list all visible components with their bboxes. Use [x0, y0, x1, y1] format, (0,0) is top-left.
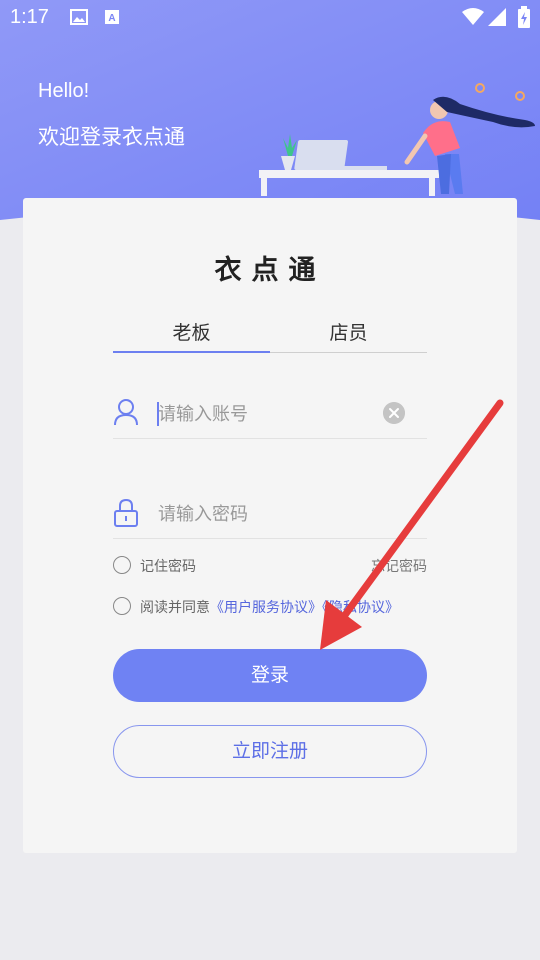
- password-field: [113, 489, 427, 539]
- app-logo-text: 衣点通: [214, 255, 326, 286]
- agree-prefix: 阅读并同意: [140, 600, 210, 616]
- account-input[interactable]: [158, 399, 378, 429]
- greeting-welcome: 欢迎登录衣点通: [38, 125, 185, 149]
- agree-terms-radio[interactable]: [113, 597, 131, 615]
- signal-icon: [488, 8, 506, 26]
- remember-row: 记住密码 忘记密码: [113, 555, 427, 579]
- greeting-hello: Hello!: [38, 80, 90, 102]
- status-time: 1:17: [10, 6, 49, 28]
- register-button[interactable]: 立即注册: [113, 725, 427, 778]
- tab-boss[interactable]: 老板: [113, 318, 270, 352]
- remember-password-radio[interactable]: [113, 556, 131, 574]
- wifi-icon: [462, 8, 484, 25]
- forgot-password-link[interactable]: 忘记密码: [371, 556, 427, 576]
- password-input[interactable]: [158, 499, 378, 529]
- user-agreement-link[interactable]: 《用户服务协议》: [210, 600, 322, 616]
- user-icon: [114, 399, 138, 426]
- text-cursor: [157, 402, 159, 426]
- login-button[interactable]: 登录: [113, 649, 427, 702]
- active-tab-indicator: [113, 351, 270, 353]
- lock-icon: [114, 498, 138, 527]
- tab-divider: [270, 352, 427, 353]
- tab-staff[interactable]: 店员: [270, 318, 427, 352]
- a-letter-icon: A: [105, 10, 119, 24]
- agreement-row: 阅读并同意《用户服务协议》《隐私协议》: [113, 596, 427, 620]
- remember-password-label[interactable]: 记住密码: [140, 556, 196, 576]
- desk-illustration: [259, 83, 535, 196]
- image-icon: [70, 9, 88, 25]
- svg-text:A: A: [108, 13, 115, 24]
- battery-charging-icon: [518, 6, 530, 28]
- clear-input-icon[interactable]: [383, 402, 405, 424]
- role-tabs: 老板 店员: [113, 318, 427, 354]
- account-field: [113, 389, 427, 439]
- status-bar: 1:17 A: [0, 0, 540, 36]
- privacy-policy-link[interactable]: 《隐私协议》: [322, 600, 399, 616]
- agreement-text: 阅读并同意《用户服务协议》《隐私协议》: [140, 597, 399, 617]
- login-card: 衣点通 老板 店员 记住密码 忘记密码 阅读并同意《用户服务协议》《: [23, 198, 517, 853]
